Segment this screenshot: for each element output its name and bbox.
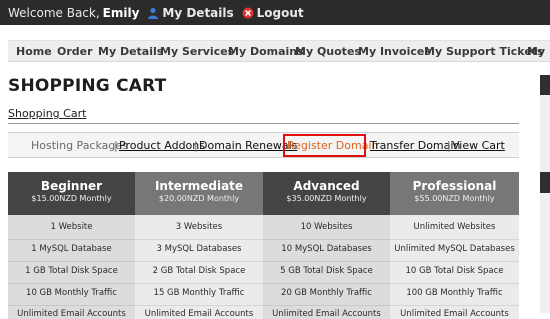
- plan-column-beginner: Beginner $15.00NZD Monthly 1 Website 1 MySQ…: [8, 172, 135, 319]
- nav-item-my-support-tickets[interactable]: My Support Tickets: [424, 45, 544, 58]
- nav-item-my-quotes[interactable]: My Quotes: [295, 45, 361, 58]
- subnav-sep: |: [447, 139, 451, 152]
- logout-link[interactable]: Logout: [242, 6, 304, 20]
- plan-feature: 100 GB Monthly Traffic: [406, 288, 503, 298]
- plan-price: $20.00NZD Monthly: [158, 194, 240, 203]
- row-divider: [263, 305, 390, 306]
- plan-feature: Unlimited MySQL Databases: [394, 244, 515, 254]
- plan-column-professional: Professional $55.00NZD Monthly Unlimited W…: [390, 172, 519, 319]
- nav-item-home[interactable]: Home: [16, 45, 52, 58]
- plan-feature: 1 MySQL Database: [31, 244, 112, 254]
- plan-column-advanced: Advanced $35.00NZD Monthly 10 Websites 10 M…: [263, 172, 390, 319]
- row-divider: [390, 239, 519, 240]
- plan-feature: 1 GB Total Disk Space: [25, 266, 118, 276]
- plan-header[interactable]: Advanced $35.00NZD Monthly: [263, 172, 390, 215]
- plan-price: $35.00NZD Monthly: [286, 194, 367, 203]
- plan-feature: Unlimited Email Accounts: [17, 309, 126, 319]
- plan-header[interactable]: Beginner $15.00NZD Monthly: [8, 172, 135, 215]
- plan-feature: 10 GB Monthly Traffic: [26, 288, 117, 298]
- plan-feature: Unlimited Websites: [413, 222, 496, 232]
- subnav-product-addons[interactable]: Product Addons: [119, 139, 205, 152]
- right-sidebar-edge: [540, 75, 550, 319]
- plan-feature: Unlimited Email Accounts: [272, 309, 381, 319]
- sidebar-header-edge-2: [540, 172, 550, 193]
- row-divider: [135, 283, 263, 284]
- plan-price: $15.00NZD Monthly: [31, 194, 112, 203]
- nav-item-my-emails[interactable]: My Em: [527, 45, 550, 58]
- plan-header[interactable]: Intermediate $20.00NZD Monthly: [135, 172, 263, 215]
- highlight-box: [283, 134, 366, 157]
- plan-feature: 20 GB Monthly Traffic: [281, 288, 372, 298]
- divider: [8, 123, 519, 124]
- top-bar: Welcome Back, Emily My Details Logout: [0, 0, 550, 25]
- welcome-text: Welcome Back, Emily: [8, 5, 140, 20]
- plan-name: Intermediate: [154, 179, 244, 193]
- row-divider: [390, 261, 519, 262]
- plan-column-intermediate: Intermediate $20.00NZD Monthly 3 Websites 3…: [135, 172, 263, 319]
- subnav-sep: |: [114, 139, 118, 152]
- nav-item-my-domains[interactable]: My Domains: [228, 45, 304, 58]
- row-divider: [8, 239, 135, 240]
- plan-price: $55.00NZD Monthly: [414, 194, 495, 203]
- plan-name: Beginner: [40, 179, 103, 193]
- row-divider: [8, 305, 135, 306]
- user-icon: [148, 7, 159, 19]
- cart-subnav: Hosting Packages | Product Addons | Doma…: [8, 132, 519, 158]
- plan-feature: 10 MySQL Databases: [281, 244, 372, 254]
- nav-item-my-details[interactable]: My Details: [98, 45, 163, 58]
- row-divider: [390, 305, 519, 306]
- plan-header[interactable]: Professional $55.00NZD Monthly: [390, 172, 519, 215]
- plan-name: Advanced: [293, 179, 360, 193]
- plan-feature: 1 Website: [50, 222, 93, 232]
- plan-feature: Unlimited Email Accounts: [400, 309, 509, 319]
- row-divider: [263, 261, 390, 262]
- row-divider: [263, 239, 390, 240]
- sidebar-header-edge: [540, 75, 550, 95]
- row-divider: [8, 261, 135, 262]
- page-title: SHOPPING CART: [8, 76, 167, 96]
- row-divider: [135, 305, 263, 306]
- plan-feature: 10 Websites: [300, 222, 353, 232]
- plan-name: Professional: [412, 179, 497, 193]
- sidebar-panel-edge: [540, 95, 550, 313]
- nav-item-my-invoices[interactable]: My Invoices: [358, 45, 431, 58]
- my-details-link[interactable]: My Details: [147, 6, 234, 20]
- plan-feature: Unlimited Email Accounts: [144, 309, 254, 319]
- logout-icon: [242, 7, 254, 18]
- nav-item-order[interactable]: Order: [57, 45, 93, 58]
- row-divider: [135, 239, 263, 240]
- main-nav: Home Order My Details My Services My Dom…: [8, 40, 550, 62]
- subnav-view-cart[interactable]: View Cart: [452, 139, 505, 152]
- row-divider: [263, 283, 390, 284]
- breadcrumb[interactable]: Shopping Cart: [8, 107, 86, 120]
- plan-feature: 10 GB Total Disk Space: [405, 266, 504, 276]
- row-divider: [135, 261, 263, 262]
- nav-item-my-services[interactable]: My Services: [160, 45, 234, 58]
- plan-feature: 3 Websites: [175, 222, 223, 232]
- row-divider: [390, 283, 519, 284]
- row-divider: [8, 283, 135, 284]
- plan-feature: 2 GB Total Disk Space: [152, 266, 246, 276]
- plan-feature: 3 MySQL Databases: [156, 244, 242, 254]
- plan-feature: 5 GB Total Disk Space: [280, 266, 373, 276]
- subnav-sep: |: [194, 139, 198, 152]
- user-name: Emily: [102, 5, 140, 20]
- plan-feature: 15 GB Monthly Traffic: [153, 288, 245, 298]
